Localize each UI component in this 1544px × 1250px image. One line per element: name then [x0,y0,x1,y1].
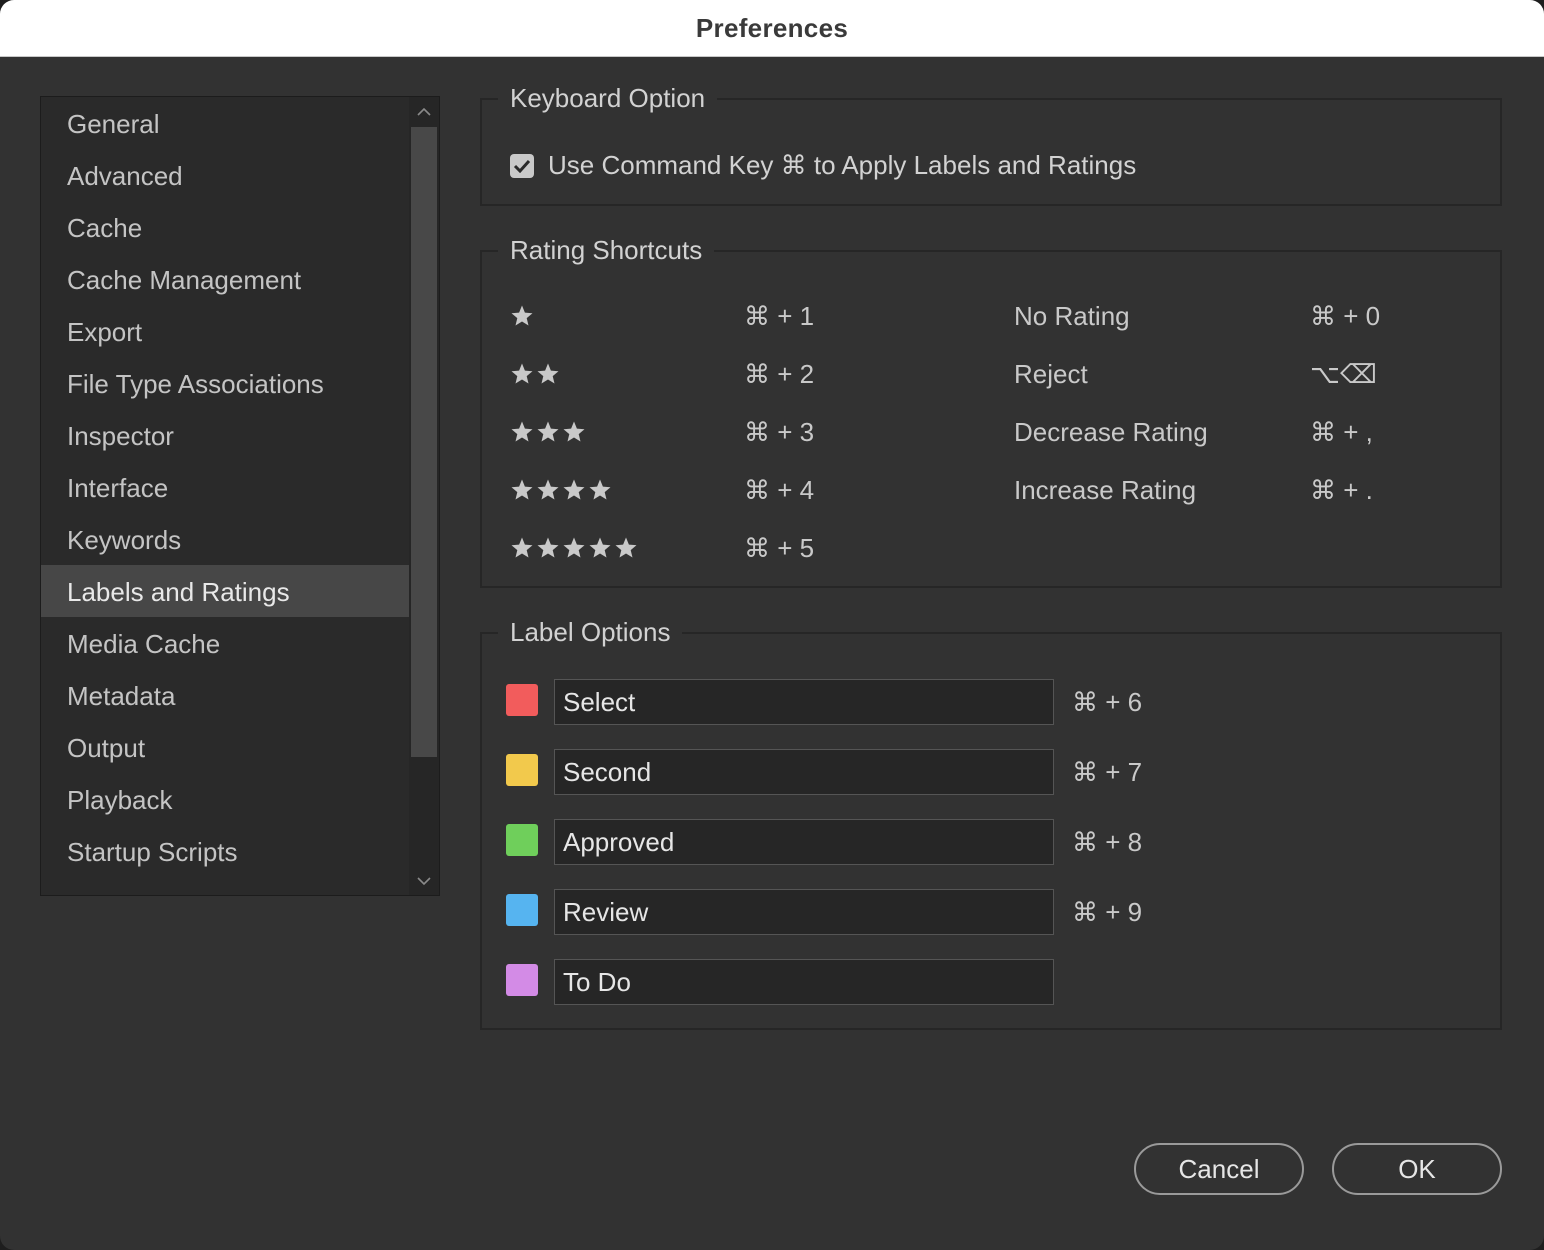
shortcut-three-stars: ⌘ + 3 [744,417,815,447]
window-title: Preferences [695,12,849,43]
label-name-field[interactable] [554,749,1054,795]
star-icon [511,363,533,384]
star-icon [511,421,533,442]
sidebar-item-general[interactable]: General [41,97,409,149]
shortcut-two-stars: ⌘ + 2 [744,359,815,389]
shortcut-one-star: ⌘ + 1 [744,301,815,331]
sidebar-item-cache[interactable]: Cache [41,201,409,253]
sidebar-item-labels-and-ratings[interactable]: Labels and Ratings [41,565,409,617]
cancel-button[interactable]: Cancel [1134,1143,1304,1195]
star-icon [511,537,533,558]
label-shortcut: ⌘ + 6 [1072,687,1143,717]
label-shortcut: ⌘ + 8 [1072,827,1143,857]
shortcut-increase-rating: ⌘ + . [1310,475,1373,505]
sidebar-item-media-cache[interactable]: Media Cache [41,617,409,669]
star-icon [511,305,533,326]
keyboard-option-group: Keyboard Option Use Command Key ⌘ to App… [480,80,1502,206]
label-name-field[interactable] [554,819,1054,865]
label-name-field[interactable] [554,679,1054,725]
star-icon [563,479,585,500]
sidebar-item-export[interactable]: Export [41,305,409,357]
label-color-swatch[interactable] [506,964,538,996]
increase-rating-label: Increase Rating [1014,475,1197,505]
preferences-window: Preferences General Advanced Cache Cache… [0,0,1544,1250]
rating-shortcuts-group: Rating Shortcuts ⌘ + 1 No Rating ⌘ + 0 ⌘… [480,232,1502,588]
rating-row-2: ⌘ + 2 Reject ⌥⌫ [482,354,1500,394]
reject-label: Reject [1014,359,1088,389]
rating-row-3: ⌘ + 3 Decrease Rating ⌘ + , [482,412,1500,452]
command-key-checkbox[interactable] [510,153,534,178]
sidebar-item-inspector[interactable]: Inspector [41,409,409,461]
label-row-second: ⌘ + 7 [482,749,1500,795]
sidebar-item-file-type-associations[interactable]: File Type Associations [41,357,409,409]
star-icon [589,479,611,500]
no-rating-label: No Rating [1014,301,1130,331]
star-icon [537,479,559,500]
chevron-down-icon[interactable] [409,867,439,895]
sidebar-scrollbar[interactable] [409,97,439,895]
rating-row-1: ⌘ + 1 No Rating ⌘ + 0 [482,296,1500,336]
sidebar-item-keywords[interactable]: Keywords [41,513,409,565]
one-star-icon [510,296,534,336]
label-options-title: Label Options [498,614,683,650]
rating-shortcuts-title: Rating Shortcuts [498,232,715,268]
sidebar: General Advanced Cache Cache Management … [40,96,440,896]
star-icon [563,421,585,442]
shortcut-reject: ⌥⌫ [1310,359,1377,389]
star-icon [589,537,611,558]
keyboard-option-title: Keyboard Option [498,80,718,116]
decrease-rating-label: Decrease Rating [1014,417,1208,447]
label-row-to-do [482,959,1500,1005]
sidebar-list: General Advanced Cache Cache Management … [41,97,409,877]
scrollbar-thumb[interactable] [411,127,437,757]
sidebar-item-startup-scripts[interactable]: Startup Scripts [41,825,409,877]
label-shortcut: ⌘ + 7 [1072,757,1143,787]
four-stars-icon [510,470,612,510]
star-icon [537,421,559,442]
star-icon [511,479,533,500]
shortcut-no-rating: ⌘ + 0 [1310,301,1381,331]
label-color-swatch[interactable] [506,894,538,926]
ok-button[interactable]: OK [1332,1143,1502,1195]
chevron-up-icon[interactable] [409,97,439,125]
star-icon [537,363,559,384]
label-options-group: Label Options ⌘ + 6 ⌘ + 7 ⌘ + 8 ⌘ + 9 [480,614,1502,1030]
label-name-field[interactable] [554,959,1054,1005]
three-stars-icon [510,412,586,452]
sidebar-item-output[interactable]: Output [41,721,409,773]
label-row-select: ⌘ + 6 [482,679,1500,725]
two-stars-icon [510,354,560,394]
star-icon [537,537,559,558]
shortcut-five-stars: ⌘ + 5 [744,533,815,563]
sidebar-item-interface[interactable]: Interface [41,461,409,513]
star-icon [615,537,637,558]
label-shortcut: ⌘ + 9 [1072,897,1143,927]
label-color-swatch[interactable] [506,824,538,856]
label-color-swatch[interactable] [506,754,538,786]
label-color-swatch[interactable] [506,684,538,716]
sidebar-item-cache-management[interactable]: Cache Management [41,253,409,305]
shortcut-four-stars: ⌘ + 4 [744,475,815,505]
label-name-field[interactable] [554,889,1054,935]
title-bar: Preferences [0,0,1544,57]
label-row-approved: ⌘ + 8 [482,819,1500,865]
sidebar-item-advanced[interactable]: Advanced [41,149,409,201]
label-row-review: ⌘ + 9 [482,889,1500,935]
command-key-option[interactable]: Use Command Key ⌘ to Apply Labels and Ra… [510,150,1136,181]
checkmark-icon [513,159,531,173]
shortcut-decrease-rating: ⌘ + , [1310,417,1373,447]
command-key-label[interactable]: Use Command Key ⌘ to Apply Labels and Ra… [548,150,1136,181]
rating-row-5: ⌘ + 5 [482,528,1500,568]
sidebar-item-playback[interactable]: Playback [41,773,409,825]
star-icon [563,537,585,558]
sidebar-item-metadata[interactable]: Metadata [41,669,409,721]
five-stars-icon [510,528,638,568]
rating-row-4: ⌘ + 4 Increase Rating ⌘ + . [482,470,1500,510]
